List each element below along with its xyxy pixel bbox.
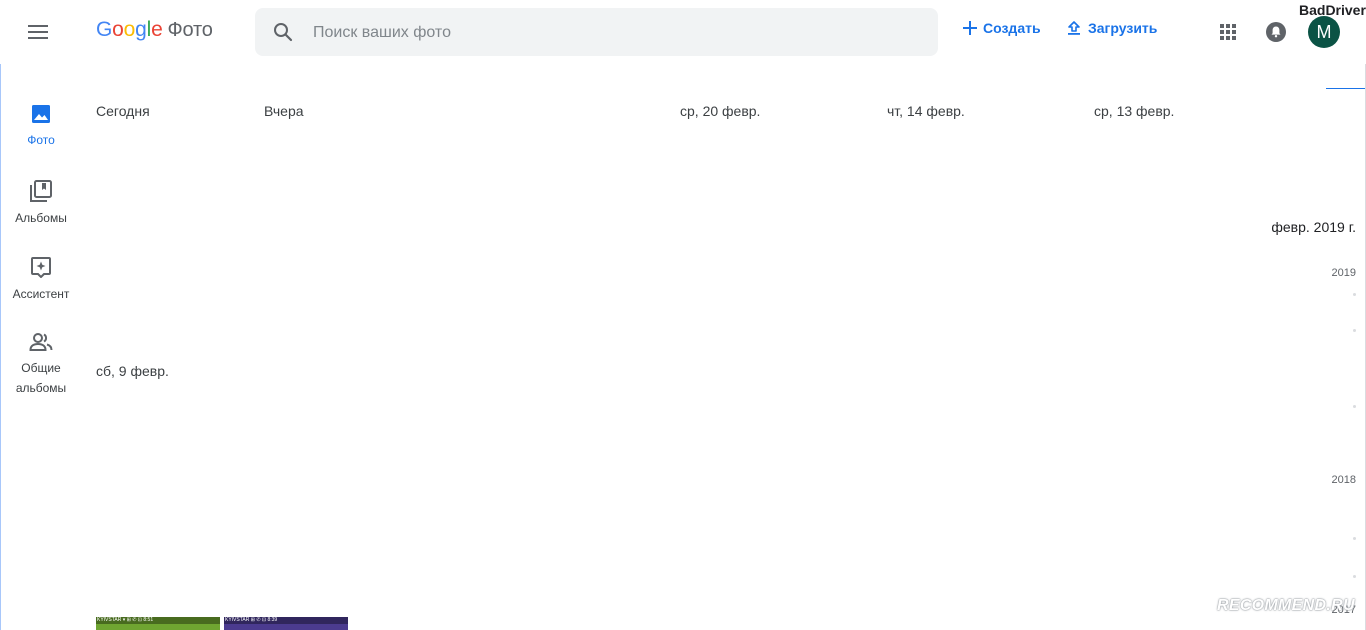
- google-photos-logo[interactable]: Google Фото: [96, 18, 213, 42]
- logo-letter: g: [135, 18, 147, 41]
- menu-icon: [28, 25, 48, 39]
- user-name: BadDriver: [1299, 2, 1366, 18]
- people-icon: [29, 333, 53, 351]
- main-menu-button[interactable]: [22, 16, 54, 48]
- nav-item-photos[interactable]: Фото: [1, 104, 81, 150]
- nav-label: Ассистент: [12, 287, 70, 301]
- nav-label: Альбомы: [15, 211, 67, 225]
- date-header[interactable]: чт, 14 февр.: [887, 103, 965, 119]
- search-icon[interactable]: [271, 20, 295, 44]
- side-navigation: Фото Альбомы Ассистент Общие альбомы: [0, 64, 82, 630]
- plus-icon: [963, 21, 977, 35]
- avatar-letter: M: [1316, 21, 1332, 42]
- album-icon: [30, 180, 52, 202]
- nav-item-albums[interactable]: Альбомы: [1, 180, 81, 228]
- scrubber-hover-date: февр. 2019 г.: [1271, 219, 1356, 235]
- search-box[interactable]: [255, 8, 938, 58]
- scrubber-year-2018[interactable]: 2018: [1332, 474, 1356, 486]
- upload-icon: [1068, 21, 1080, 35]
- logo-letter: o: [112, 18, 124, 41]
- scrubber-year-2019[interactable]: 2019: [1332, 267, 1356, 279]
- nav-label: Фото: [27, 133, 55, 147]
- assistant-icon: [31, 257, 51, 278]
- thumbnail-status-text: KYIVSTAR ▾ ⊞ ✆ ⊡ 8:51: [96, 617, 220, 624]
- nav-label: альбомы: [15, 381, 67, 395]
- scrubber-dot: [1353, 293, 1356, 296]
- nav-label: Общие: [21, 361, 61, 375]
- logo-letter: o: [123, 18, 136, 41]
- photo-thumbnail[interactable]: KYIVSTAR ⊞ ✆ ⊡ 8:39: [224, 617, 348, 630]
- logo-letter: e: [151, 18, 163, 41]
- nav-item-assistant[interactable]: Ассистент: [1, 256, 81, 304]
- apps-grid-icon[interactable]: [1216, 20, 1240, 44]
- watermark: RECOMMEND.RU: [1217, 597, 1355, 614]
- photo-grid: Сегодня Вчера ср, 20 февр. чт, 14 февр. …: [82, 64, 1366, 630]
- date-header[interactable]: ср, 20 февр.: [680, 103, 760, 119]
- top-bar: GoogleФото Создать Загрузить BadDriver M: [0, 0, 1366, 64]
- scrubber-dot: [1353, 405, 1356, 408]
- avatar[interactable]: M: [1308, 16, 1340, 48]
- scrubber-dot: [1353, 537, 1356, 540]
- photo-thumbnail[interactable]: KYIVSTAR ▾ ⊞ ✆ ⊡ 8:51: [96, 617, 220, 630]
- scrubber-dot: [1353, 329, 1356, 332]
- date-header[interactable]: Сегодня: [96, 103, 150, 119]
- logo-product-name: Фото: [167, 19, 213, 41]
- timeline-scrubber[interactable]: февр. 2019 г. 2019 2018 2017: [1271, 64, 1366, 630]
- scrubber-position-indicator: [1326, 88, 1366, 89]
- create-button-label: Создать: [983, 20, 1041, 36]
- scrubber-dot: [1353, 575, 1356, 578]
- date-header[interactable]: ср, 13 февр.: [1094, 103, 1174, 119]
- search-input[interactable]: [311, 8, 915, 58]
- upload-button-label: Загрузить: [1088, 20, 1158, 36]
- nav-item-shared-albums[interactable]: Общие альбомы: [1, 332, 81, 398]
- photo-icon: [32, 105, 50, 123]
- create-button[interactable]: Создать: [963, 20, 1041, 36]
- upload-button[interactable]: Загрузить: [1066, 20, 1157, 36]
- logo-letter: G: [96, 18, 113, 41]
- bell-icon[interactable]: [1264, 20, 1288, 44]
- date-header[interactable]: сб, 9 февр.: [96, 363, 169, 379]
- thumbnail-status-text: KYIVSTAR ⊞ ✆ ⊡ 8:39: [224, 617, 348, 624]
- date-header[interactable]: Вчера: [264, 103, 304, 119]
